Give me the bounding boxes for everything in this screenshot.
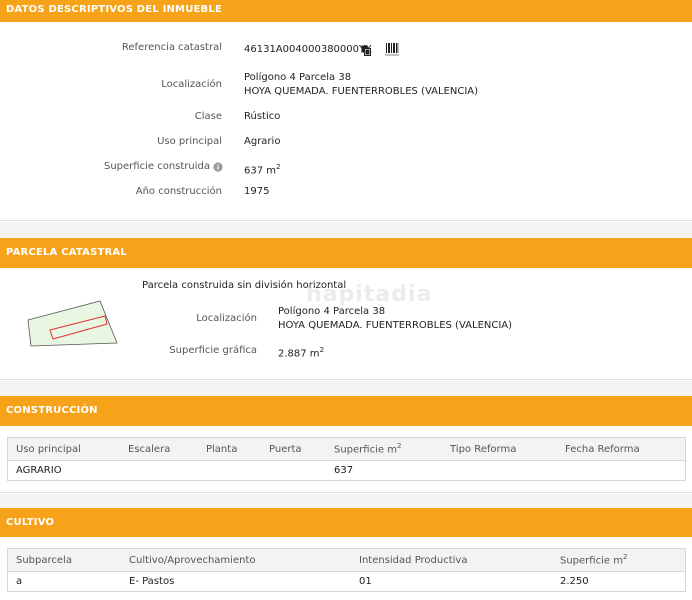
cultivo-panel: Subparcela Cultivo/Aprovechamiento Inten…	[0, 537, 692, 600]
col-tipo-reforma: Tipo Reforma	[442, 437, 557, 461]
col-superficie-text: Superficie m	[334, 444, 397, 456]
sup-unit: 2	[276, 163, 281, 171]
col-subparcela: Subparcela	[7, 548, 121, 572]
cell-cultivo: E- Pastos	[121, 571, 351, 592]
col-intensidad: Intensidad Productiva	[351, 548, 552, 572]
sup-value-text: 637 m	[244, 165, 277, 177]
clase-label: Clase	[194, 111, 222, 122]
parcel-map-thumbnail[interactable]	[26, 298, 120, 348]
ref-label: Referencia catastral	[121, 42, 222, 53]
cell-escalera	[120, 460, 198, 481]
ref-value[interactable]: 46131A004000380000YX	[244, 43, 372, 57]
parcela-loc-line2: HOYA QUEMADA. FUENTERROBLES (VALENCIA)	[278, 320, 513, 331]
copy-icon[interactable]	[361, 45, 371, 56]
table-row: a E- Pastos 01 2.250	[7, 571, 686, 592]
anio-label: Año construcción	[135, 186, 222, 197]
loc-line1: Polígono 4 Parcela 38	[244, 72, 352, 83]
uso-label: Uso principal	[157, 136, 222, 147]
col-puerta: Puerta	[261, 437, 326, 461]
col-superficie-unit: 2	[622, 553, 628, 562]
col-superficie: Superficie m2	[326, 437, 442, 461]
watermark: hapitadia	[306, 282, 433, 307]
parcela-sup-unit: 2	[319, 346, 325, 354]
cell-intensidad: 01	[351, 571, 552, 592]
col-escalera: Escalera	[120, 437, 198, 461]
cultivo-table: Subparcela Cultivo/Aprovechamiento Inten…	[7, 548, 686, 592]
info-icon[interactable]	[213, 162, 223, 172]
sup-value: 637 m2	[244, 160, 280, 178]
cell-tipo-reforma	[442, 460, 557, 481]
section-title: DATOS DESCRIPTIVOS DEL INMUEBLE	[6, 4, 222, 15]
construccion-table: Uso principal Escalera Planta Puerta Sup…	[7, 437, 686, 481]
cell-planta	[198, 460, 261, 481]
uso-value: Agrario	[244, 136, 281, 147]
parcela-sup-text: 2.887 m	[278, 348, 320, 360]
col-superficie-unit: 2	[396, 442, 402, 451]
cell-subparcela: a	[7, 571, 121, 592]
table-header-row: Uso principal Escalera Planta Puerta Sup…	[7, 437, 686, 461]
barcode-icon[interactable]	[385, 42, 399, 56]
clase-value: Rústico	[244, 111, 281, 122]
separator	[0, 494, 692, 508]
parcela-panel: Parcela construida sin división horizont…	[0, 268, 692, 380]
col-cultivo: Cultivo/Aprovechamiento	[121, 548, 351, 572]
separator	[0, 222, 692, 238]
sup-label: Superficie construida	[104, 161, 210, 172]
cell-superficie: 2.250	[552, 571, 686, 592]
col-uso: Uso principal	[7, 437, 120, 461]
section-header-parcela: PARCELA CATASTRAL	[0, 238, 692, 268]
section-title: CONSTRUCCIÓN	[6, 405, 98, 416]
parcela-sup-value: 2.887 m2	[278, 343, 324, 361]
section-header-construccion: CONSTRUCCIÓN	[0, 396, 692, 426]
cell-fecha-reforma	[557, 460, 686, 481]
parcela-loc-line1: Polígono 4 Parcela 38	[278, 306, 386, 317]
loc-line2: HOYA QUEMADA. FUENTERROBLES (VALENCIA)	[244, 86, 479, 97]
parcela-loc-label: Localización	[196, 313, 257, 324]
construccion-panel: Uso principal Escalera Planta Puerta Sup…	[0, 426, 692, 493]
col-superficie-text: Superficie m	[560, 555, 623, 567]
datos-panel: Referencia catastral 46131A004000380000Y…	[0, 22, 692, 221]
cell-puerta	[261, 460, 326, 481]
col-planta: Planta	[198, 437, 261, 461]
cell-uso: AGRARIO	[7, 460, 120, 481]
col-fecha-reforma: Fecha Reforma	[557, 437, 686, 461]
cell-superficie: 637	[326, 460, 442, 481]
parcela-sup-label: Superficie gráfica	[169, 345, 257, 356]
table-header-row: Subparcela Cultivo/Aprovechamiento Inten…	[7, 548, 686, 572]
section-header-datos: DATOS DESCRIPTIVOS DEL INMUEBLE	[0, 0, 692, 22]
anio-value: 1975	[244, 186, 270, 197]
table-row: AGRARIO 637	[7, 460, 686, 481]
separator	[0, 381, 692, 396]
section-title: CULTIVO	[6, 517, 55, 528]
section-header-cultivo: CULTIVO	[0, 508, 692, 537]
section-title: PARCELA CATASTRAL	[6, 247, 127, 258]
col-superficie: Superficie m2	[552, 548, 686, 572]
loc-label: Localización	[161, 79, 222, 90]
